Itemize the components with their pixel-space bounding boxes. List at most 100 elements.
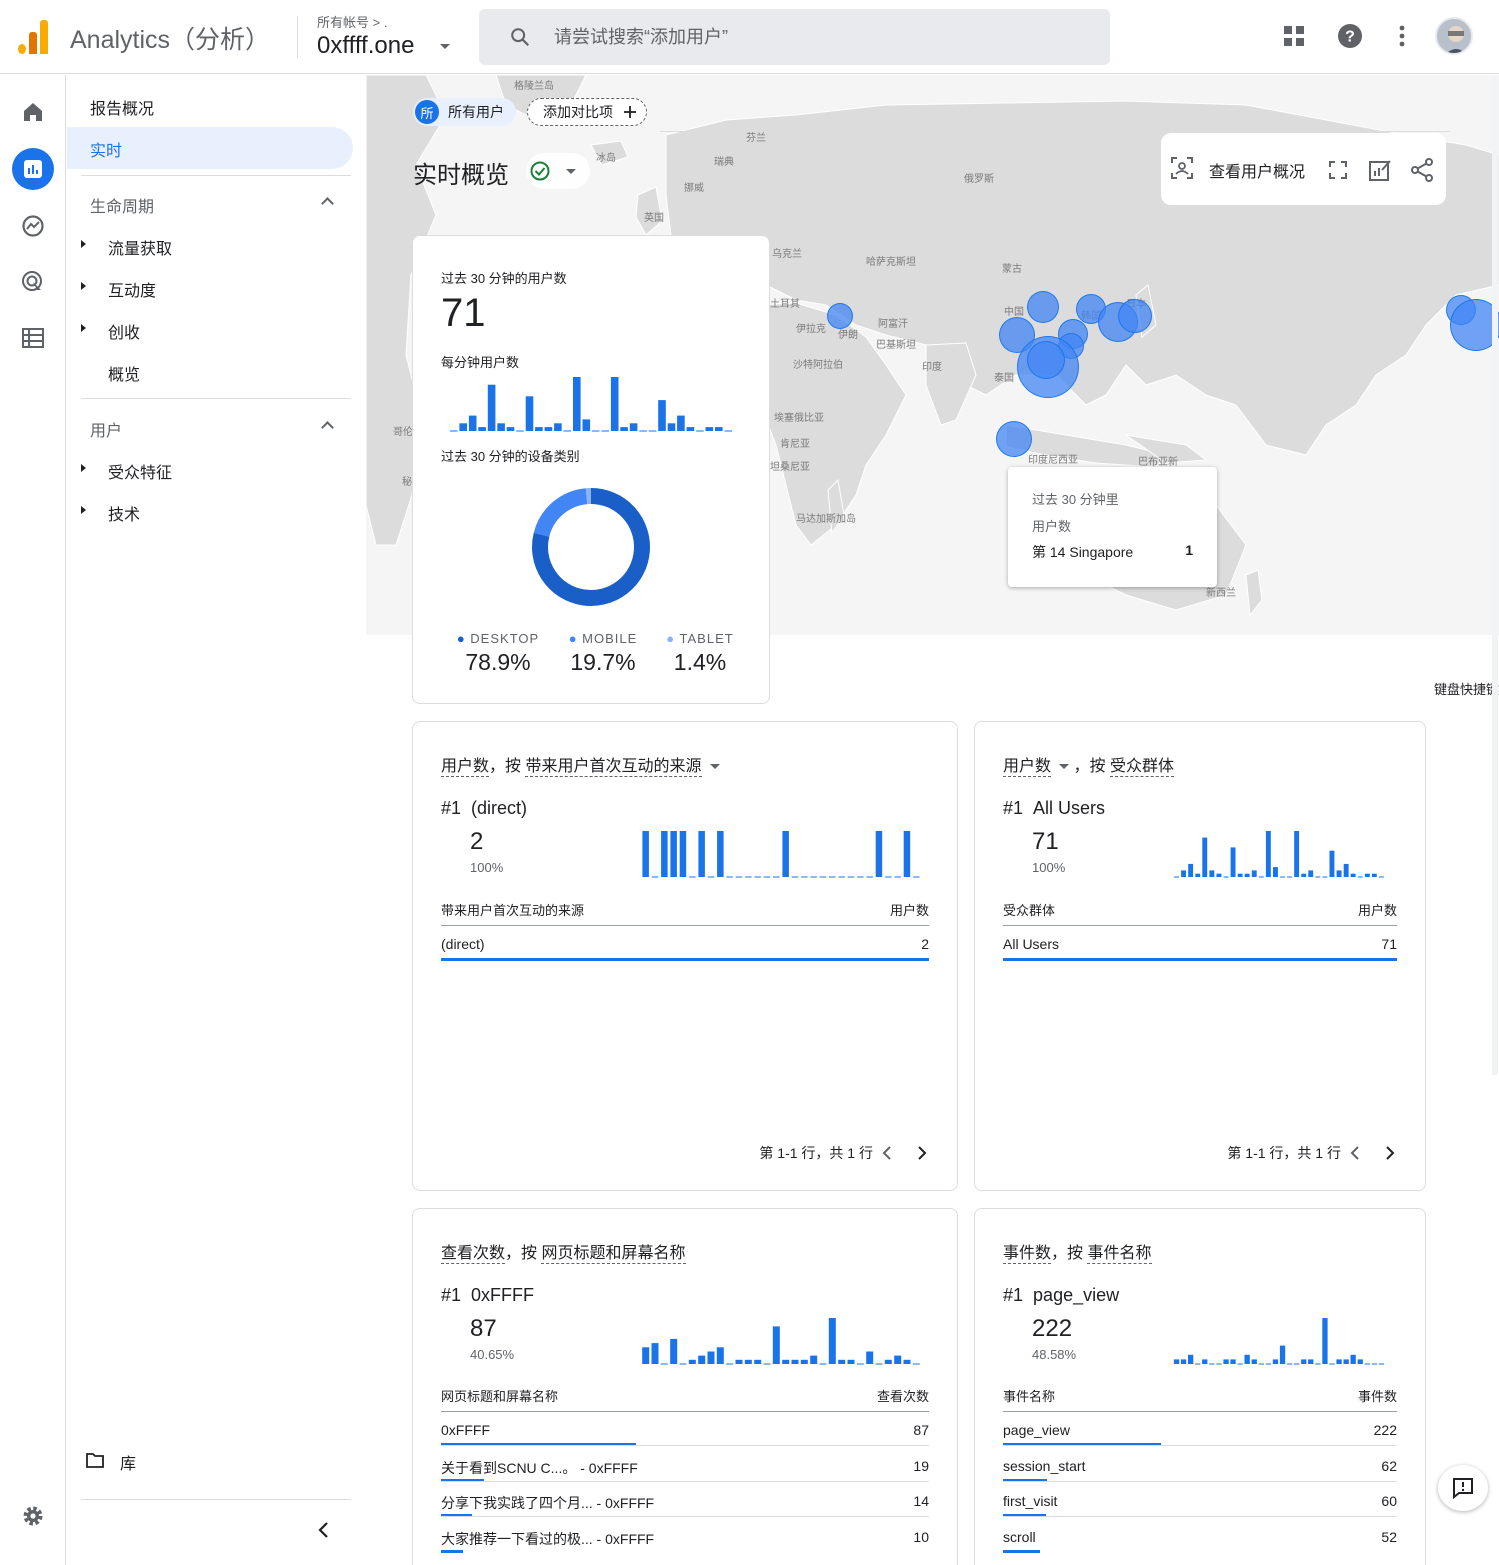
chip-all-users[interactable]: 所 所有用户 xyxy=(413,98,516,126)
map-label: 秘 xyxy=(402,477,412,488)
left-rail xyxy=(0,75,66,1565)
map-user-bubble[interactable] xyxy=(1027,291,1059,323)
top-bar: Analytics（分析） 所有帐号 > . 0xffff.one ? xyxy=(0,0,1499,74)
user-snapshot-icon[interactable] xyxy=(1171,157,1193,179)
status-selector[interactable] xyxy=(526,153,590,189)
map-user-bubble[interactable] xyxy=(1118,299,1152,333)
top-item-value: 87 xyxy=(470,1315,497,1342)
account-breadcrumb[interactable]: 所有帐号 > . xyxy=(317,12,387,31)
nav-section-lifecycle[interactable]: 生命周期 xyxy=(90,193,154,217)
share-icon[interactable] xyxy=(1411,158,1433,182)
map-user-bubble[interactable] xyxy=(827,303,853,329)
home-icon[interactable] xyxy=(12,91,54,133)
spark-bar xyxy=(903,1359,911,1364)
device-name: MOBILE xyxy=(582,631,638,646)
spark-bar xyxy=(866,1351,874,1364)
avatar[interactable] xyxy=(1435,17,1473,55)
nav-item-monetization[interactable]: 创收 xyxy=(108,319,140,343)
metric-selector[interactable]: 用户数 xyxy=(1003,758,1052,777)
apps-grid-icon[interactable] xyxy=(1280,22,1308,50)
more-vert-icon[interactable] xyxy=(1388,22,1416,50)
table-row-name[interactable]: session_start xyxy=(1003,1458,1085,1474)
spark-bar xyxy=(468,415,477,431)
next-page-icon[interactable] xyxy=(1385,1145,1395,1161)
reports-icon[interactable] xyxy=(12,148,54,190)
table-row-name[interactable]: All Users xyxy=(1003,936,1059,952)
nav-reports-overview[interactable]: 报告概况 xyxy=(90,95,154,119)
expand-arrow-icon[interactable] xyxy=(81,506,86,514)
chip-divider xyxy=(660,131,1450,132)
table-row-name[interactable]: 大家推荐一下看过的极... - 0xFFFF xyxy=(441,1529,654,1549)
account-dropdown-caret-icon[interactable] xyxy=(440,44,450,49)
metric-selector[interactable]: 查看次数 xyxy=(441,1245,506,1264)
donut-slice-mobile[interactable] xyxy=(533,488,588,537)
expand-arrow-icon[interactable] xyxy=(81,464,86,472)
scrollbar[interactable] xyxy=(1492,75,1498,1075)
table-row-name[interactable]: 分享下我实践了四个月... - 0xFFFF xyxy=(441,1493,654,1513)
fullscreen-icon[interactable] xyxy=(1329,161,1347,179)
nav-library[interactable]: 库 xyxy=(120,1450,136,1474)
map-user-bubble[interactable] xyxy=(1027,341,1065,379)
settings-icon[interactable] xyxy=(12,1495,54,1537)
table-row-name[interactable]: 关于看到SCNU C...。 - 0xFFFF xyxy=(441,1458,638,1478)
spark-bar xyxy=(459,423,467,431)
nav-item-tech[interactable]: 技术 xyxy=(108,501,140,525)
feedback-icon xyxy=(1453,1478,1473,1499)
map-label: 巴布亚新 xyxy=(1138,457,1178,468)
nav-item-acquisition[interactable]: 流量获取 xyxy=(108,235,172,259)
view-user-snapshot-link[interactable]: 查看用户概况 xyxy=(1209,158,1305,182)
folder-icon xyxy=(86,1453,104,1468)
map-label: 中国 xyxy=(1004,307,1024,318)
keyboard-shortcut-hint[interactable]: 键盘快捷键 xyxy=(1434,679,1499,698)
configure-icon[interactable] xyxy=(12,317,54,359)
dimension-selector[interactable]: 受众群体 xyxy=(1109,758,1174,777)
collapse-chevron-left-icon[interactable] xyxy=(317,1521,331,1539)
table-row-name[interactable]: 0xFFFF xyxy=(441,1422,490,1438)
spark-bar xyxy=(717,831,724,877)
nav-item-lifecycle-overview[interactable]: 概览 xyxy=(108,361,140,385)
table-row-name[interactable]: first_visit xyxy=(1003,1493,1057,1509)
nav-realtime[interactable]: 实时 xyxy=(90,137,122,161)
help-icon[interactable]: ? xyxy=(1336,22,1364,50)
expand-arrow-icon[interactable] xyxy=(81,324,86,332)
chip-add-compare[interactable]: 添加对比项 xyxy=(527,98,647,126)
next-page-icon[interactable] xyxy=(917,1145,927,1161)
search-input[interactable] xyxy=(554,25,1074,49)
events-card: 事件数，按 事件名称 #1 page_view 222 48.58% 事件名称 … xyxy=(974,1208,1426,1565)
nav-item-engagement[interactable]: 互动度 xyxy=(108,277,156,301)
prev-page-icon[interactable] xyxy=(882,1145,892,1161)
chevron-up-icon[interactable] xyxy=(321,421,334,434)
nav-section-user[interactable]: 用户 xyxy=(90,417,122,441)
expand-arrow-icon[interactable] xyxy=(81,240,86,248)
dropdown-caret-icon[interactable] xyxy=(709,764,720,770)
table-row-name[interactable]: page_view xyxy=(1003,1422,1070,1438)
prev-page-icon[interactable] xyxy=(1350,1145,1360,1161)
search-bar[interactable] xyxy=(479,9,1110,65)
dimension-selector[interactable]: 事件名称 xyxy=(1087,1245,1152,1264)
chevron-up-icon[interactable] xyxy=(321,197,334,210)
map-label: 冰岛 xyxy=(596,153,616,164)
explore-icon[interactable] xyxy=(12,205,54,247)
map-user-bubble-singapore[interactable] xyxy=(996,421,1032,457)
analytics-logo-icon[interactable] xyxy=(18,18,50,54)
dimension-selector[interactable]: 带来用户首次互动的来源 xyxy=(525,758,702,777)
feedback-button[interactable] xyxy=(1438,1465,1488,1511)
customize-report-icon[interactable] xyxy=(1368,158,1392,182)
table-row-name[interactable]: scroll xyxy=(1003,1529,1036,1545)
spark-bar xyxy=(1251,870,1257,877)
per-minute-label: 每分钟用户数 xyxy=(441,355,520,370)
expand-arrow-icon[interactable] xyxy=(81,282,86,290)
spark-bar xyxy=(679,831,687,877)
map-label: 蒙古 xyxy=(1002,264,1022,275)
dimension-selector[interactable]: 网页标题和屏幕名称 xyxy=(541,1245,686,1264)
users-30min-card: 过去 30 分钟的用户数 71 每分钟用户数 过去 30 分钟的设备类别 ● D… xyxy=(412,235,770,704)
account-selector[interactable]: 0xffff.one xyxy=(317,32,414,60)
nav-item-demographics[interactable]: 受众特征 xyxy=(108,459,172,483)
dropdown-caret-icon[interactable] xyxy=(1059,764,1070,770)
title-separator: ，按 xyxy=(1051,1245,1084,1262)
spark-bar xyxy=(642,831,649,877)
metric-selector[interactable]: 用户数 xyxy=(441,758,490,777)
table-row-name[interactable]: (direct) xyxy=(441,936,485,952)
advertising-icon[interactable] xyxy=(12,261,54,303)
metric-selector[interactable]: 事件数 xyxy=(1003,1245,1052,1264)
